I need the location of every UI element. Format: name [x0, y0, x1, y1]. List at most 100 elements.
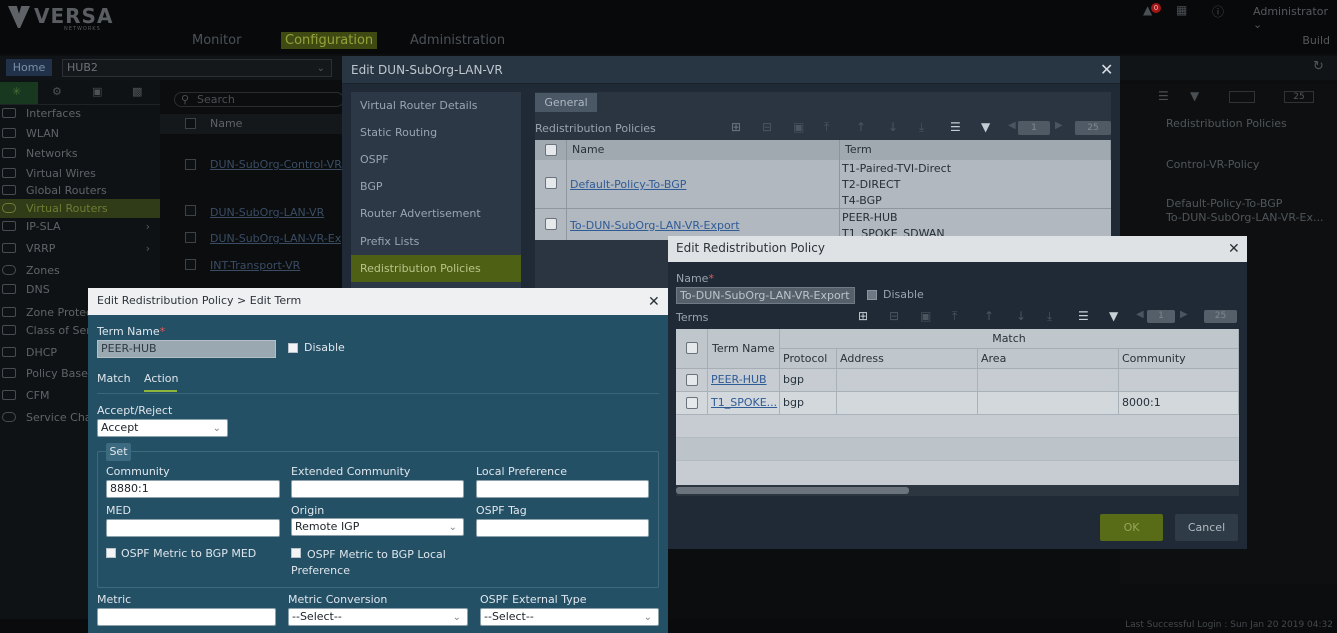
move-bottom-icon[interactable]: ⤓ [1047, 309, 1052, 324]
document-icon[interactable]: ▦ [1176, 3, 1188, 17]
clone-icon[interactable]: ▣ [920, 309, 931, 323]
row-checkbox[interactable] [686, 374, 698, 386]
filter-icon[interactable]: ▼ [1109, 309, 1118, 323]
info-icon[interactable]: ⓘ [1212, 3, 1224, 19]
columns-icon[interactable]: ☰ [1078, 309, 1089, 323]
page-number[interactable] [1229, 91, 1255, 103]
ospf-external-type-select[interactable]: --Select-- ⌄ [480, 608, 659, 626]
sidebar-item-ip-sla[interactable]: IP-SLA › [0, 217, 160, 236]
select-all-checkbox[interactable] [185, 118, 196, 129]
extended-community-input[interactable] [291, 480, 464, 498]
nav-monitor[interactable]: Monitor [192, 33, 241, 48]
ok-button[interactable]: OK [1100, 514, 1163, 541]
horizontal-scrollbar[interactable] [676, 487, 909, 494]
add-icon[interactable]: ⊞ [858, 309, 868, 323]
row-checkbox[interactable] [545, 177, 557, 189]
sidebar-tab-networking[interactable]: ✳ [0, 82, 38, 104]
page-size-input[interactable]: 25 [1075, 121, 1111, 135]
sidebar-item-vrrp[interactable]: VRRP › [0, 239, 160, 258]
move-top-icon[interactable]: ⤒ [824, 120, 829, 135]
select-all-checkbox[interactable] [545, 144, 557, 156]
move-down-icon[interactable]: ↓ [888, 120, 898, 134]
search-input[interactable]: ⚲ Search [174, 92, 344, 107]
clone-icon[interactable]: ▣ [793, 120, 804, 134]
nav-redistribution-policies[interactable]: Redistribution Policies [351, 255, 521, 282]
ospf-tag-input[interactable] [476, 519, 649, 537]
ospf-metric-to-bgp-med-checkbox[interactable] [106, 548, 116, 558]
sidebar-item-global-routers[interactable]: Global Routers [0, 181, 160, 200]
redistribution-policies-column-header[interactable]: Redistribution Policies [1166, 117, 1287, 130]
sidebar-tab-objects[interactable]: ▣ [80, 82, 118, 104]
disable-checkbox[interactable] [288, 343, 298, 353]
sidebar-item-virtual-routers[interactable]: Virtual Routers [0, 199, 160, 218]
row-checkbox[interactable] [185, 205, 196, 216]
nav-administration[interactable]: Administration [410, 33, 505, 48]
nav-prefix-lists[interactable]: Prefix Lists [351, 228, 521, 255]
area-column-header[interactable]: Area [978, 349, 1119, 369]
address-column-header[interactable]: Address [837, 349, 978, 369]
local-preference-input[interactable] [476, 480, 649, 498]
sidebar-tab-services[interactable]: ▩ [120, 82, 158, 104]
appliance-select[interactable]: HUB2 ⌄ [62, 59, 332, 77]
row-checkbox[interactable] [185, 159, 196, 170]
policy-link[interactable]: Default-Policy-To-BGP [570, 178, 686, 191]
row-checkbox[interactable] [686, 397, 698, 409]
remove-icon[interactable]: ⊟ [889, 309, 899, 323]
sidebar-item-wlan[interactable]: WLAN [0, 124, 160, 143]
sidebar-item-interfaces[interactable]: Interfaces [0, 104, 160, 123]
close-icon[interactable]: ✕ [648, 294, 660, 310]
term-link[interactable]: T1_SPOKE... [711, 396, 777, 409]
med-input[interactable] [106, 519, 280, 537]
page-number-input[interactable]: 1 [1147, 310, 1175, 323]
next-page-icon[interactable]: ▶ [1055, 120, 1063, 131]
filter-icon[interactable]: ▼ [981, 120, 990, 134]
row-checkbox[interactable] [185, 259, 196, 270]
sidebar-tab-settings[interactable]: ⚙ [40, 82, 78, 104]
vr-link[interactable]: DUN-SubOrg-LAN-VR-Export [210, 232, 342, 245]
build-link[interactable]: Build [1302, 34, 1330, 47]
home-button[interactable]: Home [6, 59, 52, 76]
close-icon[interactable]: ✕ [1228, 241, 1240, 257]
nav-virtual-router-details[interactable]: Virtual Router Details [351, 92, 521, 119]
community-input[interactable]: 8880:1 [106, 480, 280, 498]
policy-name-input[interactable]: To-DUN-SubOrg-LAN-VR-Export [676, 287, 855, 304]
name-column-header[interactable]: Name [567, 140, 840, 160]
nav-bgp[interactable]: BGP [351, 173, 521, 200]
name-column-header[interactable]: Name [210, 117, 242, 133]
prev-page-icon[interactable]: ◀ [1008, 120, 1016, 131]
nav-router-advertisement[interactable]: Router Advertisement [351, 200, 521, 227]
move-up-icon[interactable]: ↑ [984, 309, 994, 323]
community-column-header[interactable]: Community [1119, 349, 1239, 369]
protocol-column-header[interactable]: Protocol [780, 349, 837, 369]
add-icon[interactable]: ⊞ [731, 120, 741, 134]
select-all-checkbox[interactable] [686, 342, 698, 354]
tab-action[interactable]: Action [144, 372, 178, 385]
move-up-icon[interactable]: ↑ [856, 120, 866, 134]
prev-page-icon[interactable]: ◀ [1136, 309, 1144, 320]
tab-general[interactable]: General [535, 93, 597, 112]
page-number-input[interactable]: 1 [1018, 121, 1050, 135]
term-link[interactable]: PEER-HUB [711, 373, 767, 386]
nav-static-routing[interactable]: Static Routing [351, 119, 521, 146]
accept-reject-select[interactable]: Accept ⌄ [97, 419, 228, 437]
close-icon[interactable]: ✕ [1100, 62, 1113, 78]
term-column-header[interactable]: Term [840, 140, 1111, 160]
filter-icon[interactable]: ▼ [1190, 89, 1199, 103]
origin-select[interactable]: Remote IGP ⌄ [291, 518, 464, 536]
term-name-input[interactable]: PEER-HUB [97, 340, 276, 358]
move-bottom-icon[interactable]: ⤓ [919, 120, 924, 135]
metric-conversion-select[interactable]: --Select-- ⌄ [288, 608, 468, 626]
sidebar-item-zones[interactable]: Zones [0, 261, 160, 280]
move-down-icon[interactable]: ↓ [1016, 309, 1026, 323]
user-menu[interactable]: Administrator ⌄ [1253, 5, 1337, 31]
policy-link[interactable]: To-DUN-SubOrg-LAN-VR-Export [570, 219, 740, 232]
nav-ospf[interactable]: OSPF [351, 146, 521, 173]
nav-configuration[interactable]: Configuration [281, 32, 378, 49]
disable-checkbox[interactable] [867, 290, 877, 300]
next-page-icon[interactable]: ▶ [1180, 309, 1188, 320]
tab-match[interactable]: Match [97, 372, 131, 385]
row-checkbox[interactable] [545, 218, 557, 230]
page-size-input[interactable]: 25 [1204, 310, 1237, 323]
remove-icon[interactable]: ⊟ [762, 120, 772, 134]
columns-icon[interactable]: ☰ [950, 120, 961, 134]
